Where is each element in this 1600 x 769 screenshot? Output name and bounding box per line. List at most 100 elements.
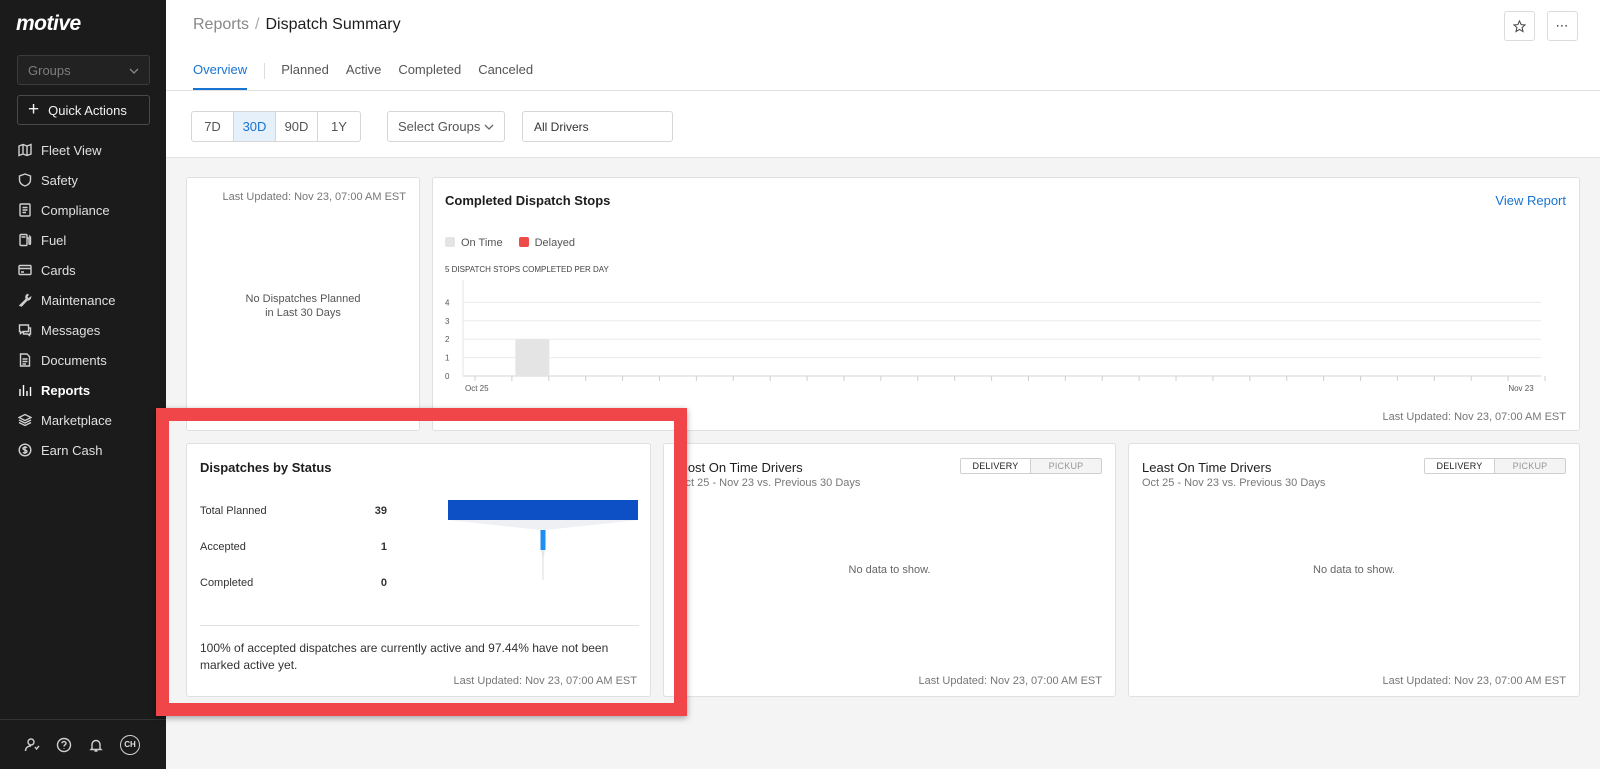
sidebar-item-compliance[interactable]: Compliance (0, 195, 166, 225)
message-icon (18, 324, 32, 337)
range-90d[interactable]: 90D (276, 112, 318, 141)
chart-legend: On Time Delayed (445, 237, 575, 249)
reports-icon (19, 385, 32, 396)
delivery-pickup-toggle: DELIVERY PICKUP (1424, 458, 1566, 474)
card-subtitle: Oct 25 - Nov 23 vs. Previous 30 Days (677, 477, 861, 489)
toggle-delivery[interactable]: DELIVERY (1425, 459, 1495, 473)
fuel-icon (19, 233, 32, 247)
toggle-delivery[interactable]: DELIVERY (961, 459, 1031, 473)
empty-state: No data to show. (1313, 564, 1395, 576)
range-1y[interactable]: 1Y (318, 112, 360, 141)
sidebar-item-label: Safety (41, 172, 78, 188)
quick-actions-label: Quick Actions (48, 102, 127, 118)
sidebar-item-marketplace[interactable]: Marketplace (0, 405, 166, 435)
select-groups-dropdown[interactable]: Select Groups (387, 111, 505, 142)
dollar-icon (18, 443, 32, 457)
sidebar-item-label: Maintenance (41, 292, 116, 308)
funnel-connector (448, 520, 638, 530)
wrench-icon (18, 293, 32, 307)
funnel-bar-accepted (540, 530, 546, 550)
legend-on-time: On Time (445, 237, 503, 249)
last-updated: Last Updated: Nov 23, 07:00 AM EST (453, 675, 637, 687)
bar-on-time (515, 339, 550, 376)
sidebar-item-documents[interactable]: Documents (0, 345, 166, 375)
status-row-accepted: Accepted 1 (200, 541, 387, 553)
tab-overview[interactable]: Overview (193, 62, 248, 90)
most-on-time-drivers-card: Most On Time Drivers Oct 25 - Nov 23 vs.… (663, 443, 1116, 697)
card-subtitle: Oct 25 - Nov 23 vs. Previous 30 Days (1142, 477, 1326, 489)
sidebar-item-label: Documents (41, 352, 107, 368)
least-on-time-drivers-card: Least On Time Drivers Oct 25 - Nov 23 vs… (1128, 443, 1580, 697)
page-title: Dispatch Summary (265, 16, 401, 33)
x-tick-label: Nov 23 (1508, 384, 1534, 393)
status-row-completed: Completed 0 (200, 577, 387, 589)
bell-icon[interactable] (88, 737, 104, 753)
tab-divider (264, 63, 266, 79)
sidebar-item-safety[interactable]: Safety (0, 165, 166, 195)
sidebar-item-messages[interactable]: Messages (0, 315, 166, 345)
tab-active[interactable]: Active (346, 62, 381, 90)
avatar[interactable]: CH (120, 734, 140, 755)
select-groups-label: Select Groups (398, 119, 481, 134)
card-title: Completed Dispatch Stops (445, 193, 611, 208)
groups-select[interactable]: Groups (17, 55, 150, 85)
card-title: Dispatches by Status (200, 460, 332, 475)
empty-state: No Dispatches Planned in Last 30 Days (187, 292, 419, 320)
user-settings-icon[interactable] (24, 737, 40, 753)
more-options-button[interactable]: ⋯ (1547, 11, 1578, 41)
sidebar-item-label: Compliance (41, 202, 110, 218)
toggle-pickup[interactable]: PICKUP (1495, 459, 1565, 473)
sidebar-item-earn-cash[interactable]: Earn Cash (0, 435, 166, 465)
filter-bar: 7D 30D 90D 1Y Select Groups All Drivers (166, 91, 1600, 158)
tab-canceled[interactable]: Canceled (478, 62, 533, 90)
legend-label: On Time (461, 237, 503, 249)
more-icon: ⋯ (1555, 18, 1570, 33)
legend-delayed: Delayed (518, 237, 575, 249)
sidebar-item-label: Fleet View (41, 142, 102, 158)
sidebar-item-fuel[interactable]: Fuel (0, 225, 166, 255)
sidebar-item-cards[interactable]: Cards (0, 255, 166, 285)
sidebar-item-label: Messages (41, 322, 101, 338)
sidebar-nav: Fleet View Safety Compliance Fuel Cards … (0, 135, 166, 465)
range-7d[interactable]: 7D (192, 112, 234, 141)
sidebar-item-label: Fuel (41, 232, 67, 248)
map-icon (18, 143, 32, 157)
empty-state: No data to show. (848, 564, 931, 576)
date-range-selector: 7D 30D 90D 1Y (191, 111, 361, 142)
help-icon[interactable] (56, 737, 72, 753)
plus-icon: + (28, 99, 40, 120)
card-title: Most On Time Drivers (677, 460, 803, 475)
drivers-filter[interactable]: All Drivers (522, 111, 673, 142)
chevron-down-icon (484, 120, 494, 135)
tab-completed[interactable]: Completed (398, 62, 461, 90)
toggle-pickup[interactable]: PICKUP (1031, 459, 1101, 473)
sidebar-footer: CH (0, 719, 166, 769)
status-label: Total Planned (200, 505, 267, 517)
breadcrumb-reports[interactable]: Reports (193, 16, 249, 33)
report-tabs: Overview Planned Active Completed Cancel… (193, 62, 550, 90)
range-30d[interactable]: 30D (234, 112, 276, 141)
status-row-total-planned: Total Planned 39 (200, 505, 387, 517)
view-report-link[interactable]: View Report (1495, 193, 1566, 208)
legend-swatch (518, 237, 529, 247)
breadcrumb-separator: / (255, 16, 260, 33)
sidebar-item-reports[interactable]: Reports (0, 375, 166, 405)
motive-logo[interactable]: motive (16, 12, 81, 36)
empty-line-2: in Last 30 Days (265, 307, 341, 319)
y-tick-label: 4 (445, 298, 450, 307)
page-header: Reports / Dispatch Summary ⋯ Overview Plan… (166, 0, 1600, 91)
favorite-button[interactable] (1504, 11, 1535, 41)
y-tick-label: 3 (445, 317, 450, 326)
completed-stops-card: Completed Dispatch Stops View Report On … (432, 177, 1580, 431)
sidebar-item-maintenance[interactable]: Maintenance (0, 285, 166, 315)
card-title: Least On Time Drivers (1142, 460, 1272, 475)
sidebar-item-fleet-view[interactable]: Fleet View (0, 135, 166, 165)
breadcrumb: Reports / Dispatch Summary (193, 16, 401, 34)
status-summary: 100% of accepted dispatches are currentl… (200, 641, 609, 672)
chart-subtitle: 5 DISPATCH STOPS COMPLETED PER DAY (445, 265, 610, 274)
status-value: 0 (380, 577, 387, 589)
status-value: 1 (380, 541, 387, 553)
delivery-pickup-toggle: DELIVERY PICKUP (960, 458, 1102, 474)
quick-actions-button[interactable]: + Quick Actions (17, 95, 150, 125)
tab-planned[interactable]: Planned (281, 62, 329, 90)
